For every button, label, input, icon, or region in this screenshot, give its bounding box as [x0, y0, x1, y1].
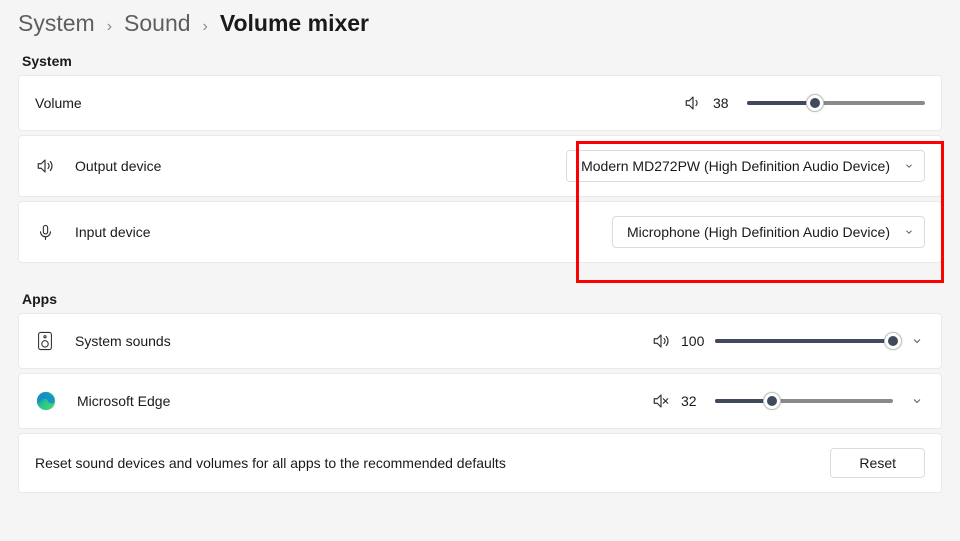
page-title: Volume mixer [220, 10, 369, 37]
speaker-icon[interactable] [683, 94, 703, 112]
expand-chevron-icon[interactable] [909, 393, 925, 409]
output-device-card: Output device Modern MD272PW (High Defin… [18, 135, 942, 197]
speaker-device-icon [35, 331, 55, 351]
app-volume-slider[interactable] [715, 331, 893, 351]
speaker-icon [35, 157, 55, 175]
output-device-dropdown[interactable]: Modern MD272PW (High Definition Audio De… [566, 150, 925, 182]
speaker-icon[interactable] [651, 332, 671, 350]
volume-label: Volume [35, 95, 82, 111]
input-device-dropdown[interactable]: Microphone (High Definition Audio Device… [612, 216, 925, 248]
expand-chevron-icon[interactable] [909, 333, 925, 349]
app-volume-value: 32 [681, 393, 705, 409]
app-label: System sounds [75, 333, 171, 349]
app-label: Microsoft Edge [77, 393, 170, 409]
section-heading-system: System [22, 53, 942, 69]
section-heading-apps: Apps [22, 291, 942, 307]
volume-value: 38 [713, 95, 737, 111]
input-device-label: Input device [75, 224, 151, 240]
reset-description: Reset sound devices and volumes for all … [35, 455, 506, 471]
breadcrumb-system[interactable]: System [18, 10, 95, 37]
microsoft-edge-icon [35, 390, 57, 412]
app-row-microsoft-edge: Microsoft Edge 32 [18, 373, 942, 429]
chevron-down-icon [904, 161, 914, 171]
volume-card: Volume 38 [18, 75, 942, 131]
speaker-muted-icon[interactable] [651, 392, 671, 410]
breadcrumb-separator: › [203, 18, 208, 36]
input-device-selected: Microphone (High Definition Audio Device… [627, 224, 890, 240]
microphone-icon [35, 224, 55, 241]
reset-card: Reset sound devices and volumes for all … [18, 433, 942, 493]
breadcrumb: System › Sound › Volume mixer [18, 10, 942, 37]
breadcrumb-sound[interactable]: Sound [124, 10, 191, 37]
app-volume-slider[interactable] [715, 391, 893, 411]
output-device-selected: Modern MD272PW (High Definition Audio De… [581, 158, 890, 174]
reset-button[interactable]: Reset [830, 448, 925, 478]
output-device-label: Output device [75, 158, 161, 174]
app-row-system-sounds: System sounds 100 [18, 313, 942, 369]
breadcrumb-separator: › [107, 18, 112, 36]
volume-slider[interactable] [747, 93, 925, 113]
input-device-card: Input device Microphone (High Definition… [18, 201, 942, 263]
chevron-down-icon [904, 227, 914, 237]
app-volume-value: 100 [681, 333, 705, 349]
